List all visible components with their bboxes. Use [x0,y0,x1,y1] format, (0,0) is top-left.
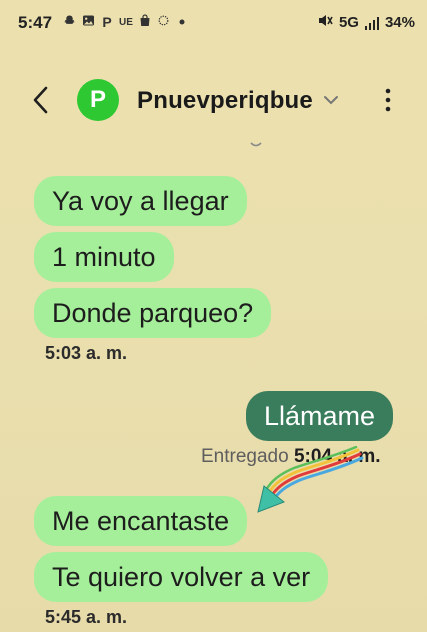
message-bubble-outgoing[interactable]: Llámame [246,391,394,441]
contact-name[interactable]: Pnuevperiqbue [137,87,313,115]
message-bubble-incoming[interactable]: Ya voy a llegar [34,176,247,226]
signal-icon [364,16,379,30]
shop-icon [139,14,151,30]
chevron-down-icon[interactable] [322,93,340,107]
message-bubble-incoming[interactable]: Me encantaste [34,496,248,546]
notification-icons: P UE [63,14,188,30]
delivery-status: Entregado 5:04 a. m. [201,446,381,468]
more-options-button[interactable] [376,83,400,117]
photo-icon [82,14,95,30]
message-bubble-incoming[interactable]: Te quiero volver a ver [34,552,329,602]
snapchat-icon [63,14,76,30]
more-vert-icon [385,88,391,112]
avatar[interactable]: P [77,79,119,121]
mute-icon [317,13,333,32]
p-icon: P [102,14,112,30]
message-bubble-incoming[interactable]: 1 minuto [34,232,174,282]
message-bubble-incoming[interactable]: Donde parqueo? [34,288,272,338]
status-bar: 5:47 P UE 5G 34% [0,0,427,44]
delivery-time: 5:04 a. m. [293,446,381,467]
back-arrow-icon [33,86,48,114]
status-time: 5:47 [18,13,53,32]
message-timestamp: 5:03 a. m. [45,343,128,363]
dot-icon [176,15,188,29]
network-label: 5G [338,14,359,31]
sun-icon [157,14,170,30]
message-timestamp: 5:45 a. m. [45,607,128,627]
back-button[interactable] [26,83,56,117]
status-right: 5G 34% [317,13,415,32]
battery-label: 34% [384,14,415,31]
scroll-indicator [250,142,262,147]
ue-icon: UE [119,16,133,28]
conversation-header: P Pnuevperiqbue [0,75,427,127]
delivery-status-label: Entregado [201,446,289,467]
